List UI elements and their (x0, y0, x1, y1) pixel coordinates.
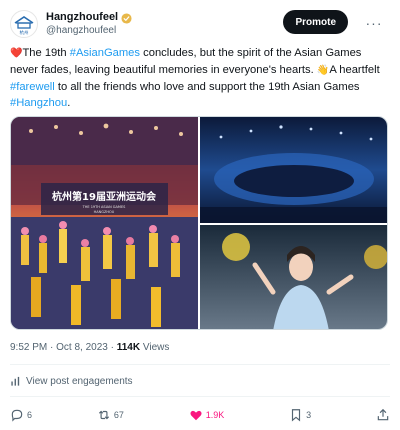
tweet-time[interactable]: 9:52 PM (10, 342, 47, 353)
promote-button[interactable]: Promote (283, 10, 348, 34)
hashtag-farewell-link[interactable]: #farewell (10, 81, 55, 93)
photo-performer-smiling[interactable] (200, 225, 388, 330)
avatar[interactable]: 杭州 (10, 10, 38, 38)
bookmark-count: 3 (306, 410, 312, 420)
tweet-text-segment: A heartfelt (329, 64, 380, 76)
reply-button[interactable]: 6 (10, 408, 32, 422)
divider (10, 396, 390, 397)
like-count: 1.9K (205, 410, 225, 420)
divider (10, 364, 390, 365)
tweet-text-segment: to all the friends who love and support … (54, 81, 360, 93)
like-button[interactable]: 1.9K (189, 408, 225, 422)
views-count: 114K (116, 342, 141, 353)
repost-button[interactable]: 67 (97, 408, 124, 422)
tweet-text-segment: The 19th (22, 47, 70, 59)
tweet-meta: 9:52 PM · Oct 8, 2023 · 114K Views (10, 342, 169, 353)
verified-badge-icon (121, 12, 132, 24)
media-grid[interactable]: 杭州第19届亚洲运动会 THE 19TH ASIAN GAMES HANGZHO… (10, 116, 388, 330)
hashtag-hangzhou-link[interactable]: #Hangzhou (10, 97, 67, 109)
banner-chinese-text: 杭州第19届亚洲运动会 (52, 190, 156, 203)
hangzhou-logo-icon: 杭州 (14, 16, 34, 36)
bookmark-icon (292, 409, 301, 422)
share-icon (377, 408, 389, 421)
heart-emoji-icon: ❤️ (10, 48, 23, 59)
waving-hand-emoji-icon: 👋 (316, 65, 330, 76)
author-name-row[interactable]: Hangzhoufeel (46, 11, 132, 24)
banner-subtext: THE 19TH ASIAN GAMES (82, 205, 127, 209)
repost-icon (98, 410, 109, 420)
tweet-date[interactable]: Oct 8, 2023 (56, 342, 108, 353)
tweet-header: 杭州 Hangzhoufeel @hangzhoufeel Promote ··… (10, 8, 390, 40)
share-button[interactable] (376, 408, 390, 422)
author-handle[interactable]: @hangzhoufeel (46, 25, 132, 37)
tweet-text-segment: . (67, 97, 71, 109)
more-icon[interactable]: ··· (362, 11, 386, 35)
meta-separator: · (47, 342, 57, 353)
banner-city-text: HANGZHOU (94, 210, 115, 214)
view-engagements-label: View post engagements (26, 376, 133, 387)
hashtag-asiangames-link[interactable]: #AsianGames (70, 47, 140, 59)
repost-count: 67 (113, 410, 124, 420)
media-photos: 杭州第19届亚洲运动会 THE 19TH ASIAN GAMES HANGZHO… (11, 117, 388, 330)
photo-ceremony-stage[interactable]: 杭州第19届亚洲运动会 THE 19TH ASIAN GAMES HANGZHO… (11, 117, 198, 330)
tweet-text: ❤️The 19th #AsianGames concludes, but th… (10, 45, 390, 111)
action-bar: 6 67 1.9K 3 (10, 406, 390, 424)
view-engagements-link[interactable]: View post engagements (10, 376, 133, 387)
avatar-caption: 杭州 (20, 29, 29, 36)
author-display-name[interactable]: Hangzhoufeel (46, 11, 118, 24)
photo-stadium-aerial[interactable] (200, 117, 388, 223)
heart-filled-icon (190, 410, 202, 421)
reply-icon (11, 409, 23, 422)
reply-count: 6 (27, 410, 33, 420)
author-names: Hangzhoufeel @hangzhoufeel (46, 11, 132, 36)
views-label: Views (140, 342, 170, 353)
analytics-icon (11, 376, 20, 386)
meta-separator: · (107, 342, 117, 353)
bookmark-button[interactable]: 3 (289, 408, 311, 422)
